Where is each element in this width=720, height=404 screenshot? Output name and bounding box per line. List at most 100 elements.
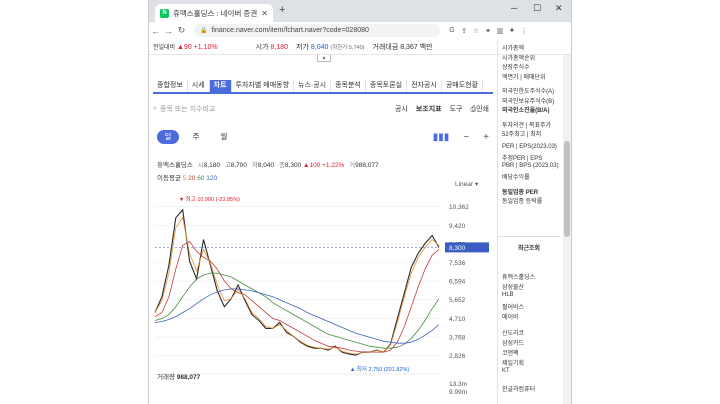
- url-field[interactable]: 🔒 finance.naver.com/item/fchart.naver?co…: [194, 24, 440, 37]
- close-tab-icon[interactable]: ✕: [261, 9, 268, 18]
- forward-icon[interactable]: →: [162, 26, 175, 36]
- recent-stock-link[interactable]: 신도리코: [502, 328, 524, 337]
- amount-label: 거래대금: [372, 43, 399, 51]
- recent-stock-link[interactable]: 에이비: [502, 312, 519, 321]
- period-selector: 일주월 ▮▮▮ − +: [157, 129, 489, 145]
- recent-stock-link[interactable]: 한글과컴퓨터: [502, 384, 535, 393]
- y-tick-label: 7,536: [449, 260, 466, 267]
- y-tick-label: 4,710: [449, 316, 466, 323]
- subtab-item[interactable]: 종목토론실: [366, 80, 408, 92]
- recent-stock-link[interactable]: 펄어비스: [502, 302, 524, 311]
- current-price-label: 8,300: [449, 245, 466, 252]
- browser-tab[interactable]: N 휴맥스홀딩스 : 네이버 증권 ✕: [155, 4, 273, 22]
- recent-stock-link[interactable]: HLB: [502, 292, 514, 298]
- new-tab-icon[interactable]: +: [279, 4, 285, 16]
- back-icon[interactable]: ←: [149, 26, 162, 36]
- series-line[interactable]: [154, 208, 440, 356]
- recent-stock-link[interactable]: 삼성물산: [502, 282, 524, 291]
- print-label: 인쇄: [476, 106, 489, 113]
- y-tick-label: 6,594: [449, 279, 466, 286]
- naver-favicon-icon: N: [160, 8, 169, 18]
- scale-selector[interactable]: Linear ▾: [455, 180, 478, 188]
- menu-icon[interactable]: ⋮: [518, 27, 530, 35]
- subtab-item[interactable]: 차트: [209, 80, 232, 92]
- tab-title: 휴맥스홀딩스 : 네이버 증권: [173, 8, 258, 18]
- info-close: 8,300: [284, 162, 302, 169]
- recent-stock-link[interactable]: KT: [502, 368, 510, 374]
- period-buttons: 일주월: [157, 130, 241, 144]
- series-line[interactable]: [154, 240, 440, 353]
- volume-value: 988,077: [176, 374, 201, 381]
- google-icon[interactable]: G: [446, 27, 458, 34]
- url-text: finance.naver.com/item/fchart.naver?code…: [211, 27, 369, 34]
- subtab-item[interactable]: 시세: [188, 80, 210, 92]
- search-icon: ⌕: [153, 105, 157, 112]
- low-value: 8,040: [310, 43, 329, 51]
- print-button[interactable]: ⎙인쇄: [471, 104, 490, 114]
- subtab-item[interactable]: 뉴스·공시: [294, 80, 332, 92]
- bookmark-star-icon[interactable]: ☆: [470, 27, 482, 35]
- recent-stock-link[interactable]: 삼성카드: [502, 338, 524, 347]
- subtab-item[interactable]: 공매도현황: [442, 80, 484, 92]
- series-line[interactable]: [154, 216, 440, 355]
- recent-stock-link[interactable]: 휴맥스홀딩스: [502, 272, 535, 281]
- rail-divider: [498, 236, 560, 237]
- volume-label: 거래량: [157, 374, 175, 381]
- sidepanel-icon[interactable]: ▥: [494, 27, 506, 35]
- notice-button[interactable]: 공시: [395, 104, 408, 114]
- price-chart[interactable]: 10,3629,4208,4787,5366,5945,6524,7103,76…: [149, 190, 495, 404]
- low-label: 저가: [296, 43, 309, 51]
- price-chart-svg[interactable]: 10,3629,4208,4787,5366,5945,6524,7103,76…: [149, 190, 495, 404]
- compare-search-input[interactable]: ⌕ 종목 또는 지수비교: [153, 103, 303, 116]
- compare-search-placeholder: 종목 또는 지수비교: [159, 106, 216, 113]
- collapse-toggle-icon[interactable]: ▲: [317, 55, 331, 62]
- recent-stock-link[interactable]: 코앤팩: [502, 348, 519, 357]
- desktop-background: N 휴맥스홀딩스 : 네이버 증권 ✕ + ─ ☐ ✕ ← → ↻ 🔒 fina…: [0, 0, 720, 404]
- info-low: 8,040: [257, 162, 275, 169]
- indicator-button[interactable]: 보조지표: [416, 104, 442, 114]
- prev-day-label: 전일대비: [153, 45, 176, 51]
- subtab-item[interactable]: 종합정보: [153, 80, 188, 92]
- y-tick-label: 2,826: [449, 353, 466, 360]
- maximize-icon[interactable]: ☐: [533, 3, 541, 14]
- zoom-out-icon[interactable]: −: [463, 132, 469, 143]
- subtab-item[interactable]: 종목분석: [331, 80, 366, 92]
- period-button[interactable]: 일: [157, 130, 179, 144]
- period-button[interactable]: 월: [213, 130, 235, 144]
- zoom-in-icon[interactable]: +: [483, 132, 489, 143]
- rail-info-item: 투자의견 | 목표주가: [502, 122, 552, 129]
- page-scrollbar[interactable]: [563, 55, 571, 404]
- quote-amount: 거래대금 8,367 백만: [373, 42, 433, 52]
- ma-legend-item[interactable]: 120: [204, 175, 217, 182]
- rail-info-item: 52주최고 | 최저: [502, 132, 542, 138]
- chart-tools: ▮▮▮ − +: [433, 132, 489, 143]
- minimize-icon[interactable]: ─: [511, 3, 517, 13]
- series-line[interactable]: [154, 288, 440, 344]
- quote-open: 시가 8,180: [256, 42, 288, 52]
- subtab-item[interactable]: 전자공시: [407, 80, 442, 92]
- chart-panel: 종합정보 시세 차트 투자자별 매매동향 뉴스·공시 종목분석 종목토론실 전자공시 공매도현황…: [149, 62, 495, 404]
- info-change-pct: +1.22%: [322, 162, 345, 169]
- recent-stock-link[interactable]: 제일기획: [502, 358, 524, 367]
- extensions-icon[interactable]: ✦: [482, 27, 494, 35]
- reload-icon[interactable]: ↻: [175, 25, 188, 36]
- rail-info-item: 액면가 | 매매단위: [502, 74, 546, 81]
- rail-info-item: 동일업종 등락률: [502, 199, 543, 205]
- close-window-icon[interactable]: ✕: [555, 3, 563, 14]
- profile-avatar-icon[interactable]: ●: [506, 27, 518, 34]
- candle-type-icon[interactable]: ▮▮▮: [433, 132, 450, 143]
- tool-button[interactable]: 도구: [450, 104, 463, 114]
- period-button[interactable]: 주: [185, 130, 207, 144]
- recent-title: 최근조회: [518, 246, 541, 252]
- rail-info-item: 외국인보유주식수(B): [502, 98, 555, 105]
- subtab-item[interactable]: 투자자별 매매동향: [232, 80, 295, 92]
- change-value: ▲90: [177, 44, 192, 51]
- ma-label: 이동평균: [157, 175, 181, 182]
- rail-info-item: PBR | BPS (2023.03): [502, 162, 559, 169]
- scrollbar-thumb[interactable]: [564, 141, 570, 237]
- chevron-down-icon: ▾: [474, 181, 479, 188]
- low-limit-text: (하한가 5,740): [330, 44, 365, 51]
- rail-info-item: 시가총액: [502, 46, 525, 52]
- share-icon[interactable]: ⇪: [458, 27, 470, 35]
- info-volume: 988,077: [355, 162, 379, 169]
